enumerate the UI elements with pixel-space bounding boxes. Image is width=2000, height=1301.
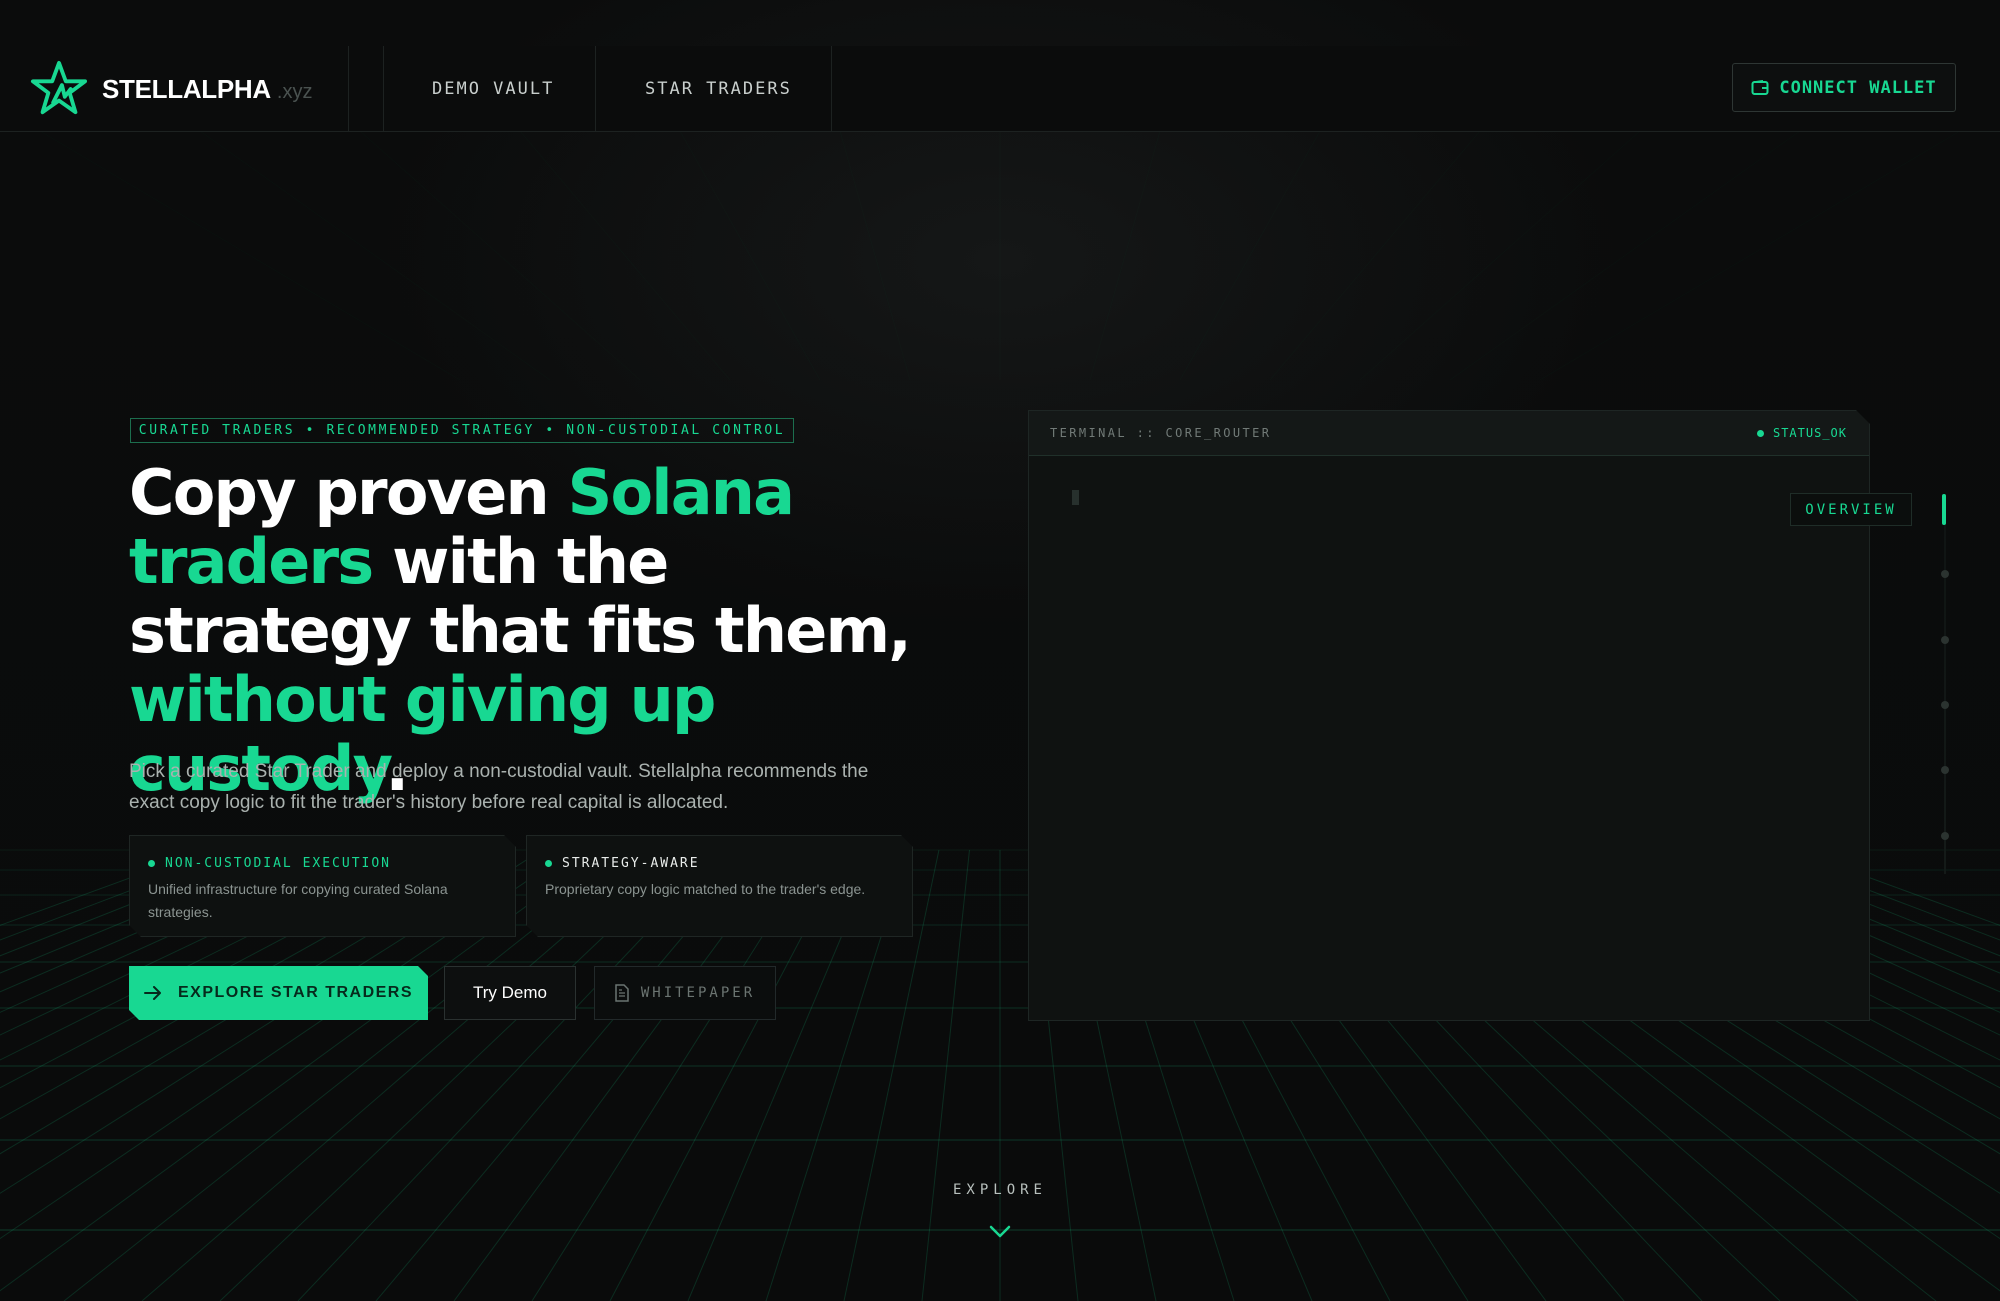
top-navigation-bar: STELLALPHA .xyz DEMO VAULT STAR TRADERS … [0,46,2000,132]
terminal-status-label: STATUS_OK [1772,426,1847,440]
terminal-corner-notch [1856,410,1870,424]
feature-card-strategy-aware: STRATEGY-AWARE Proprietary copy logic ma… [526,835,913,937]
nav-divider [831,46,832,131]
section-nav-dot[interactable] [1941,570,1949,578]
section-nav-dot[interactable] [1941,832,1949,840]
feature-description: Unified infrastructure for copying curat… [148,881,448,920]
grid-ceiling-line [1540,131,1960,380]
brand-tld: .xyz [276,80,313,103]
explore-scroll-label[interactable]: EXPLORE [900,1182,1100,1198]
section-progress-rail [1944,494,1946,874]
grid-ceiling-line [1180,131,1320,380]
explore-button-label: EXPLORE STAR TRADERS [177,984,414,1001]
terminal-status: STATUS_OK [1756,426,1847,440]
status-dot-icon [545,860,552,867]
connect-wallet-label: CONNECT WALLET [1779,77,1937,98]
brand-logo[interactable]: STELLALPHA .xyz [30,60,312,118]
nav-divider [383,46,384,131]
grid-ceiling-line [1450,131,1800,380]
document-icon [615,984,629,1002]
arrow-right-icon [144,986,162,1000]
status-dot-icon [1756,429,1764,437]
connect-wallet-button[interactable]: CONNECT WALLET [1732,63,1956,112]
grid-ceiling-line [40,131,460,380]
terminal-panel: TERMINAL :: CORE_ROUTER STATUS_OK [1028,410,1870,1021]
overview-tab[interactable]: OVERVIEW [1790,493,1912,526]
chevron-down-icon[interactable] [988,1224,1012,1240]
whitepaper-label: WHITEPAPER [640,985,756,1001]
nav-divider [348,46,349,131]
status-dot-icon [148,860,155,867]
grid-ceiling-line [200,131,550,380]
wallet-icon [1751,79,1769,95]
whitepaper-button[interactable]: WHITEPAPER [594,966,776,1020]
feature-title-label: NON-CUSTODIAL EXECUTION [165,856,392,871]
grid-ceiling-line [360,131,640,380]
terminal-title: TERMINAL :: CORE_ROUTER [1050,426,1272,440]
headline-text: Copy proven [129,456,568,529]
brand-name: STELLALPHA [102,73,271,104]
grid-ceiling-line [1090,131,1160,380]
terminal-header: TERMINAL :: CORE_ROUTER STATUS_OK [1029,411,1869,456]
section-nav-dot[interactable] [1941,636,1949,644]
feature-title: STRATEGY-AWARE [545,856,700,871]
feature-title-label: STRATEGY-AWARE [562,856,700,871]
nav-divider [595,46,596,131]
feature-title: NON-CUSTODIAL EXECUTION [148,856,391,871]
hero-subtext: Pick a curated Star Trader and deploy a … [129,761,869,813]
hero-headline: Copy proven Solana traders with the stra… [129,458,929,803]
section-progress-active [1942,494,1946,525]
feature-card-non-custodial: NON-CUSTODIAL EXECUTION Unified infrastr… [129,835,516,937]
nav-demo-vault[interactable]: DEMO VAULT [432,46,554,131]
grid-ceiling-line [1360,131,1640,380]
section-nav-dot[interactable] [1941,766,1949,774]
grid-ceiling-line [840,131,910,380]
nav-star-traders[interactable]: STAR TRADERS [645,46,792,131]
explore-star-traders-button[interactable]: EXPLORE STAR TRADERS [129,966,428,1020]
grid-floor-line [921,849,970,1301]
feature-description: Proprietary copy logic matched to the tr… [545,881,866,897]
grid-ceiling-line [680,131,820,380]
try-demo-button[interactable]: Try Demo [444,966,576,1020]
grid-ceiling-line [1270,131,1480,380]
terminal-cursor [1072,490,1079,505]
section-nav-dot[interactable] [1941,701,1949,709]
star-logo-icon [30,60,88,115]
hero-tagline: CURATED TRADERS • RECOMMENDED STRATEGY •… [130,418,794,443]
grid-ceiling-line [520,131,730,380]
